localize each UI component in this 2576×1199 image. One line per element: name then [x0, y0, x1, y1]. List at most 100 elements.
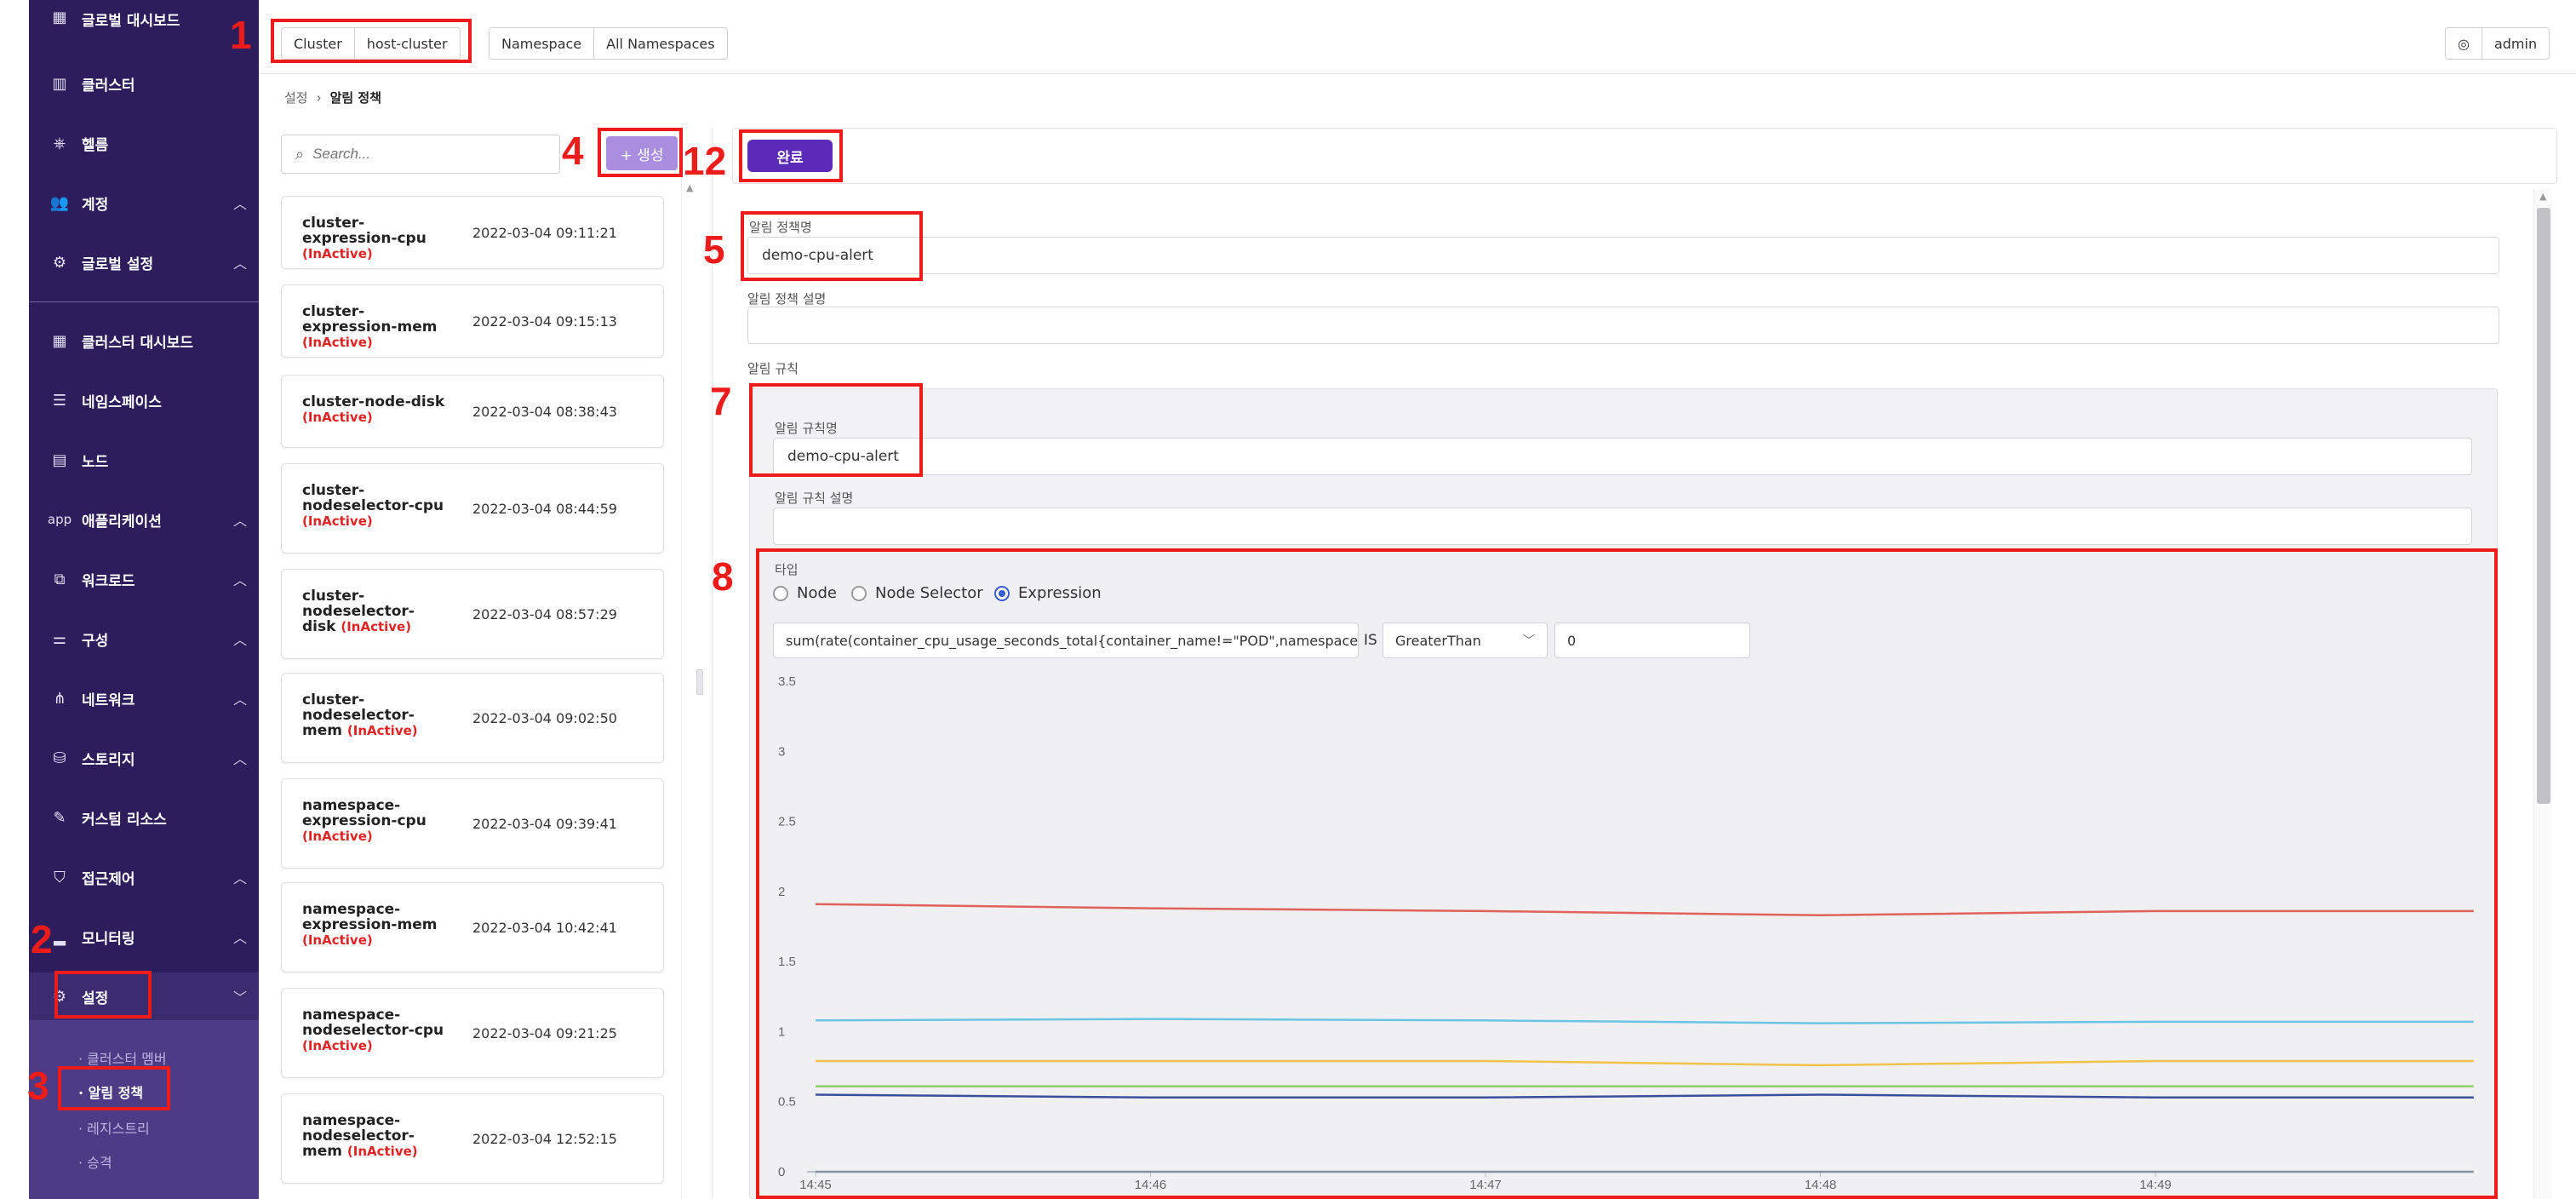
status-badge: (InActive) [302, 932, 373, 948]
alert-rules-label: 알림 규칙 [747, 361, 799, 376]
sidebar-item-application[interactable]: app 애플리케이션 ︿ [29, 496, 259, 543]
sidebar-item-cluster[interactable]: ▥ 클러스터 [29, 60, 259, 107]
annotation-number-5: 5 [703, 227, 725, 272]
policy-name-text: cluster-nodeselector-cpu [302, 482, 444, 514]
sidebar-item-config[interactable]: ⚌ 구성 ︿ [29, 615, 259, 663]
breadcrumb-current: 알림 정책 [329, 90, 382, 106]
status-badge: (InActive) [346, 723, 418, 738]
submenu-item-cluster-member[interactable]: · 클러스터 멤버 [78, 1047, 167, 1068]
chevron-up-icon: ︿ [232, 513, 247, 529]
panel-divider [712, 128, 713, 1199]
policy-name: cluster-nodeselector-disk (InActive) [302, 588, 447, 634]
submenu-item-promotion[interactable]: · 승격 [78, 1151, 112, 1172]
user-menu[interactable]: ◎ admin [2445, 27, 2550, 60]
policy-list-item[interactable]: namespace-nodeselector-mem (InActive) 202… [281, 1093, 664, 1184]
chevron-up-icon: ︿ [232, 632, 247, 648]
annotation-number-2: 2 [31, 917, 53, 961]
annotation-box-3 [58, 1066, 170, 1110]
sidebar-item-custom-resource[interactable]: ✎ 커스텀 리소스 [29, 794, 259, 841]
sliders-icon: ⚌ [52, 629, 67, 648]
sidebar-item-storage[interactable]: ⛁ 스토리지 ︿ [29, 734, 259, 782]
annotation-box-2 [54, 971, 152, 1018]
annotation-number-8: 8 [712, 554, 734, 599]
policy-description-input[interactable] [747, 307, 2499, 344]
policy-list-item[interactable]: cluster-nodeselector-disk (InActive) 2022… [281, 569, 664, 659]
policy-name-text: namespace-expression-cpu [302, 797, 426, 829]
policy-name: cluster-expression-mem (InActive) [302, 304, 447, 350]
policy-name: namespace-nodeselector-mem (InActive) [302, 1113, 447, 1159]
policy-name-input[interactable]: demo-cpu-alert [747, 237, 2499, 274]
policy-list-item[interactable]: namespace-nodeselector-cpu (InActive) 202… [281, 988, 664, 1078]
policy-list-item[interactable]: namespace-expression-cpu (InActive) 2022-… [281, 778, 664, 869]
policy-date: 2022-03-04 09:39:41 [472, 816, 617, 832]
detail-scrollbar-thumb[interactable] [2537, 208, 2550, 804]
user-name: admin [2481, 28, 2549, 59]
grid-icon: ▦ [52, 331, 67, 350]
app-icon: app [47, 512, 72, 527]
custom-resource-icon: ✎ [53, 808, 66, 827]
submenu-item-registry[interactable]: · 레지스트리 [78, 1117, 150, 1138]
sidebar-divider [29, 301, 259, 302]
annotation-box-12 [739, 129, 843, 182]
policy-date: 2022-03-04 08:57:29 [472, 606, 617, 622]
sidebar-item-helm[interactable]: ⎈ 헬름 [29, 119, 259, 167]
status-badge: (InActive) [302, 829, 373, 844]
rule-name-input[interactable]: demo-cpu-alert [773, 438, 2472, 475]
policy-name: namespace-nodeselector-cpu (InActive) [302, 1007, 447, 1053]
status-badge: (InActive) [302, 335, 373, 350]
annotation-number-12: 12 [683, 139, 727, 183]
policy-list-item[interactable]: cluster-node-disk (InActive) 2022-03-04 0… [281, 375, 664, 448]
namespace-selector[interactable]: Namespace All Namespaces [489, 27, 728, 60]
sidebar-item-workload[interactable]: ⧉ 워크로드 ︿ [29, 555, 259, 603]
sidebar-item-node[interactable]: ▤ 노드 [29, 436, 259, 484]
annotation-box-7 [749, 383, 923, 477]
policy-list-item[interactable]: cluster-nodeselector-mem (InActive) 2022-… [281, 673, 664, 763]
policy-date: 2022-03-04 10:42:41 [472, 920, 617, 936]
sidebar-item-access-control[interactable]: ⛉ 접근제어 ︿ [29, 853, 259, 901]
sidebar-item-global-dashboard[interactable]: ▦ 글로벌 대시보드 [29, 5, 259, 31]
policy-name: cluster-expression-cpu (InActive) [302, 215, 447, 261]
chevron-down-icon: ﹀ [232, 990, 247, 1006]
policy-name-text: namespace-nodeselector-cpu [302, 1007, 444, 1039]
chevron-up-icon: ︿ [232, 930, 247, 946]
status-badge: (InActive) [346, 1144, 418, 1159]
rule-description-label: 알림 규칙 설명 [775, 490, 854, 506]
grid-icon: ▦ [52, 8, 67, 26]
annotation-box-4 [598, 128, 683, 177]
chevron-up-icon: ︿ [232, 751, 247, 767]
sidebar-item-network[interactable]: ⋔ 네트워크 ︿ [29, 674, 259, 722]
sidebar: ▦ 글로벌 대시보드 ▥ 클러스터 ⎈ 헬름 👥 계정 ︿ ⚙ 글로벌 설정 ︿… [29, 0, 259, 1199]
sidebar-item-namespace[interactable]: ☰ 네임스페이스 [29, 376, 259, 424]
sidebar-item-account[interactable]: 👥 계정 ︿ [29, 179, 259, 227]
policy-list-item[interactable]: namespace-expression-mem (InActive) 2022-… [281, 882, 664, 972]
status-badge: (InActive) [341, 619, 412, 634]
annotation-box-1 [271, 19, 472, 63]
policy-list-item[interactable]: cluster-expression-cpu (InActive) 2022-03… [281, 196, 664, 269]
status-badge: (InActive) [302, 246, 373, 261]
annotation-box-5 [741, 211, 923, 281]
chevron-up-icon: ︿ [232, 196, 247, 212]
panel-splitter-handle[interactable] [696, 669, 703, 695]
policy-name-text: namespace-expression-mem [302, 901, 438, 933]
scroll-up-arrow-icon[interactable]: ▲ [2539, 191, 2546, 202]
chevron-up-icon: ︿ [232, 572, 247, 588]
topbar-divider [259, 73, 2576, 74]
policy-name: cluster-nodeselector-mem (InActive) [302, 692, 447, 738]
columns-icon: ▥ [52, 74, 67, 93]
status-badge: (InActive) [302, 1038, 373, 1053]
detail-toolbar [732, 128, 2557, 184]
search-box[interactable]: ⌕ [281, 135, 560, 174]
sidebar-item-global-settings[interactable]: ⚙ 글로벌 설정 ︿ [29, 238, 259, 286]
policy-date: 2022-03-04 09:02:50 [472, 710, 617, 726]
policy-list-item[interactable]: cluster-nodeselector-cpu (InActive) 2022-… [281, 463, 664, 554]
sidebar-item-cluster-dashboard[interactable]: ▦ 클러스터 대시보드 [29, 317, 259, 364]
policy-date: 2022-03-04 08:38:43 [472, 404, 617, 420]
breadcrumb-parent[interactable]: 설정 [284, 89, 308, 106]
rule-description-input[interactable] [773, 508, 2472, 545]
sidebar-item-monitoring[interactable]: ▂ 모니터링 ︿ [29, 913, 259, 961]
policy-list-item[interactable]: cluster-expression-mem (InActive) 2022-03… [281, 284, 664, 358]
search-icon: ⌕ [295, 145, 305, 164]
user-icon: ◎ [2458, 35, 2470, 52]
search-input[interactable] [312, 146, 535, 163]
annotation-number-1: 1 [230, 13, 252, 57]
